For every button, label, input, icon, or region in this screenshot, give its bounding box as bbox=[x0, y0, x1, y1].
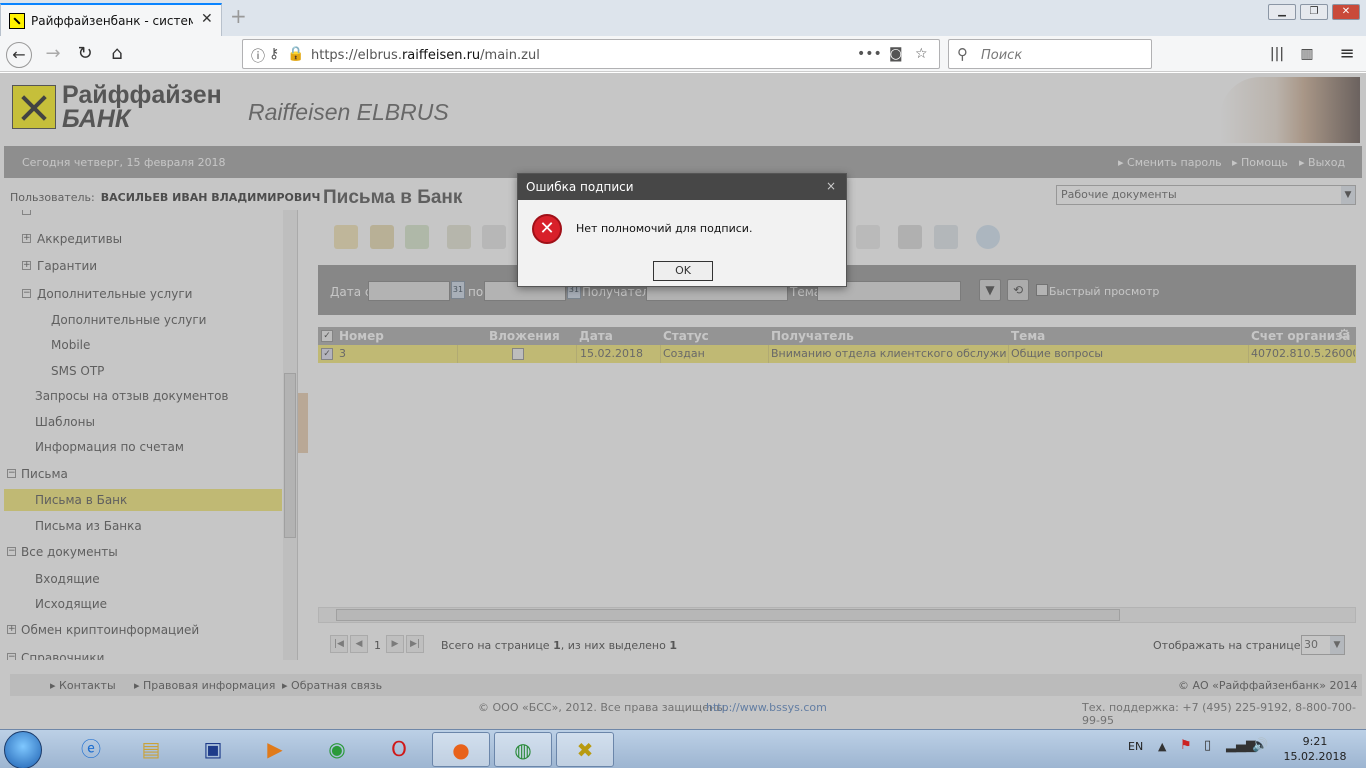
modal-overlay bbox=[0, 73, 1366, 729]
save-app-icon[interactable]: ▣ bbox=[184, 732, 242, 767]
tray-expand-icon[interactable]: ▲ bbox=[1158, 740, 1166, 753]
ok-button[interactable]: OK bbox=[653, 261, 713, 281]
file-explorer-icon[interactable]: ▤ bbox=[122, 732, 180, 767]
sidebar-toggle-icon[interactable]: ▥ bbox=[1294, 42, 1320, 68]
browser-tab-bar: Райффайзенбанк - система ELBRUS ✕ + ▁ ❐ … bbox=[0, 0, 1366, 36]
signal-app-icon[interactable]: ◍ bbox=[494, 732, 552, 767]
search-bar[interactable]: ⚲ Поиск bbox=[948, 39, 1152, 69]
web-page: Райффайзен БАНК Raiffeisen ELBRUS Сегодн… bbox=[0, 73, 1366, 729]
reload-icon[interactable]: ↻ bbox=[72, 42, 98, 68]
pocket-icon[interactable]: ◙ bbox=[889, 46, 903, 62]
bookmark-star-icon[interactable]: ☆ bbox=[915, 46, 928, 62]
browser-nav-bar: ← → ↻ ⌂ ⓘ ⚷ 🔒 https://elbrus.raiffeisen.… bbox=[0, 36, 1366, 72]
page-actions-icon[interactable]: ••• bbox=[857, 46, 882, 62]
clock[interactable]: 9:21 15.02.2018 bbox=[1275, 734, 1355, 764]
error-icon: ✕ bbox=[532, 214, 562, 244]
media-player-icon[interactable]: ▶ bbox=[246, 732, 304, 767]
volume-icon[interactable]: 🔊 bbox=[1252, 738, 1268, 753]
language-indicator[interactable]: EN bbox=[1128, 740, 1143, 753]
start-button[interactable] bbox=[4, 731, 42, 768]
key-icon: ⚷ bbox=[269, 46, 280, 62]
internet-explorer-icon[interactable]: ⓔ bbox=[62, 732, 120, 767]
dialog-title-bar: Ошибка подписи × bbox=[518, 174, 846, 200]
raiffeisen-favicon-icon bbox=[9, 13, 25, 29]
browser-tab[interactable]: Райффайзенбанк - система ELBRUS ✕ bbox=[0, 3, 222, 36]
minimize-button[interactable]: ▁ bbox=[1268, 4, 1296, 20]
firefox-icon[interactable]: ● bbox=[432, 732, 490, 767]
taskbar: ⓔ ▤ ▣ ▶ ◉ O ● ◍ ✖ EN ▲ ⚑ ▯ ▂▄▆ 🔊 9:21 15… bbox=[0, 729, 1366, 768]
back-arrow-icon[interactable]: ← bbox=[6, 42, 32, 68]
dialog-title: Ошибка подписи bbox=[526, 180, 634, 194]
network-error-icon[interactable]: ⚑ bbox=[1180, 738, 1192, 753]
lock-icon: 🔒 bbox=[287, 46, 305, 62]
info-icon[interactable]: ⓘ bbox=[251, 46, 265, 66]
raiffeisen-app-icon[interactable]: ✖ bbox=[556, 732, 614, 767]
url-text: https://elbrus.raiffeisen.ru/main.zul bbox=[311, 48, 540, 63]
restore-button[interactable]: ❐ bbox=[1300, 4, 1328, 20]
tab-close-icon[interactable]: ✕ bbox=[201, 11, 213, 27]
menu-icon[interactable]: ≡ bbox=[1334, 42, 1360, 68]
chrome-icon[interactable]: ◉ bbox=[308, 732, 366, 767]
new-tab-icon[interactable]: + bbox=[230, 4, 247, 28]
tab-title: Райффайзенбанк - система ELBRUS bbox=[31, 14, 193, 28]
search-placeholder: Поиск bbox=[981, 48, 1023, 63]
opera-icon[interactable]: O bbox=[370, 732, 428, 767]
close-window-button[interactable]: ✕ bbox=[1332, 4, 1360, 20]
error-dialog: Ошибка подписи × ✕ Нет полномочий для по… bbox=[517, 173, 847, 287]
dialog-message: Нет полномочий для подписи. bbox=[576, 222, 753, 235]
device-icon[interactable]: ▯ bbox=[1204, 738, 1211, 753]
url-bar[interactable]: ⓘ ⚷ 🔒 https://elbrus.raiffeisen.ru/main.… bbox=[242, 39, 940, 69]
library-icon[interactable]: ||| bbox=[1264, 42, 1290, 68]
home-icon[interactable]: ⌂ bbox=[104, 42, 130, 68]
forward-arrow-icon[interactable]: → bbox=[40, 42, 66, 68]
close-icon[interactable]: × bbox=[826, 179, 836, 193]
search-icon: ⚲ bbox=[957, 45, 968, 63]
